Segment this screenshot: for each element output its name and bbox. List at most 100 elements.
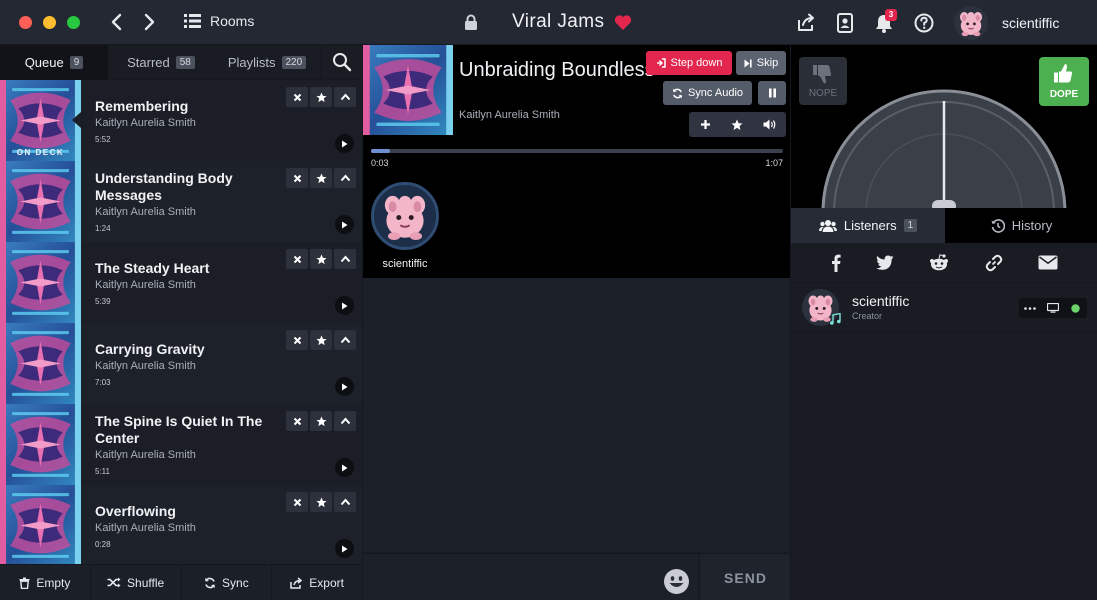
remove-button[interactable] — [286, 330, 308, 350]
queue-list: ON DECK Remembering Kaitlyn Aurelia Smit… — [0, 80, 362, 564]
star-button[interactable] — [310, 411, 332, 431]
queue-item[interactable]: Understanding Body Messages Kaitlyn Aure… — [0, 161, 362, 242]
user-avatar[interactable] — [954, 6, 988, 40]
queue-item[interactable]: The Spine Is Quiet In The Center Kaitlyn… — [0, 404, 362, 485]
export-label: Export — [309, 575, 344, 590]
move-to-top-button[interactable] — [334, 330, 356, 350]
tab-starred[interactable]: Starred 58 — [108, 45, 214, 80]
thumbs-down-icon — [813, 65, 832, 84]
close-icon — [293, 93, 301, 101]
star-track-button[interactable] — [721, 112, 753, 137]
remove-button[interactable] — [286, 168, 308, 188]
move-to-top-button[interactable] — [334, 87, 356, 107]
progress-bar[interactable] — [371, 149, 783, 153]
back-arrow-icon[interactable] — [107, 12, 127, 32]
pause-button[interactable] — [758, 81, 786, 105]
preview-play-button[interactable] — [335, 215, 354, 234]
preview-play-button[interactable] — [335, 539, 354, 558]
queue-item[interactable]: Overflowing Kaitlyn Aurelia Smith 0:28 — [0, 485, 362, 564]
star-button[interactable] — [310, 249, 332, 269]
help-icon[interactable] — [913, 12, 935, 34]
shuffle-button[interactable]: Shuffle — [91, 565, 182, 600]
move-to-top-button[interactable] — [334, 492, 356, 512]
star-button[interactable] — [310, 87, 332, 107]
play-icon — [342, 464, 348, 471]
tab-queue-label: Queue — [24, 55, 64, 70]
remove-button[interactable] — [286, 411, 308, 431]
nope-vote-button[interactable]: NOPE — [799, 57, 847, 105]
favorite-heart-icon[interactable] — [614, 14, 632, 31]
close-window-button[interactable] — [19, 16, 32, 29]
preview-play-button[interactable] — [335, 134, 354, 153]
star-icon — [315, 91, 327, 102]
search-icon — [332, 53, 351, 72]
preview-play-button[interactable] — [335, 296, 354, 315]
listener-role: Creator — [852, 311, 883, 321]
queue-item-duration: 0:28 — [95, 539, 111, 549]
sync-button[interactable]: Sync — [182, 565, 273, 600]
queue-panel: Queue 9 Starred 58 Playlists 220 ON DECK… — [0, 45, 362, 600]
empty-label: Empty — [36, 575, 71, 590]
desktop-icon — [1047, 303, 1059, 313]
forward-arrow-icon[interactable] — [139, 12, 159, 32]
listener-controls — [1019, 298, 1087, 318]
queue-item-title: The Spine Is Quiet In The Center — [95, 413, 263, 446]
star-icon — [315, 172, 327, 183]
twitter-icon[interactable] — [876, 255, 894, 270]
sync-audio-button[interactable]: Sync Audio — [663, 81, 752, 105]
play-icon — [342, 545, 348, 552]
star-button[interactable] — [310, 168, 332, 188]
tab-listeners[interactable]: Listeners 1 — [791, 208, 945, 243]
facebook-icon[interactable] — [831, 254, 841, 272]
volume-button[interactable] — [754, 112, 786, 137]
queue-item-title: Carrying Gravity — [95, 340, 205, 357]
remove-button[interactable] — [286, 492, 308, 512]
remove-button[interactable] — [286, 87, 308, 107]
zoom-window-button[interactable] — [67, 16, 80, 29]
skip-label: Skip — [756, 57, 779, 69]
move-to-top-button[interactable] — [334, 168, 356, 188]
preview-play-button[interactable] — [335, 458, 354, 477]
tab-history[interactable]: History — [945, 208, 1097, 243]
skip-button[interactable]: Skip — [736, 51, 786, 75]
tab-playlists[interactable]: Playlists 220 — [214, 45, 320, 80]
minimize-window-button[interactable] — [43, 16, 56, 29]
move-to-top-button[interactable] — [334, 249, 356, 269]
tab-queue[interactable]: Queue 9 — [0, 45, 108, 80]
play-icon — [342, 140, 348, 147]
album-art-thumbnail — [0, 161, 81, 242]
dope-vote-button[interactable]: DOPE — [1039, 57, 1089, 106]
queue-item[interactable]: The Steady Heart Kaitlyn Aurelia Smith 5… — [0, 242, 362, 323]
listener-more-button[interactable] — [1019, 298, 1042, 318]
listener-device-button[interactable] — [1042, 298, 1065, 318]
now-playing-album-art — [363, 45, 453, 135]
queue-item[interactable]: Carrying Gravity Kaitlyn Aurelia Smith 7… — [0, 323, 362, 404]
room-sidebar: NOPE DOPE Listeners 1 History scientiffi… — [790, 45, 1097, 600]
star-button[interactable] — [310, 492, 332, 512]
chevron-up-icon — [340, 498, 350, 506]
send-button[interactable]: SEND — [699, 554, 791, 600]
preview-play-button[interactable] — [335, 377, 354, 396]
queue-item[interactable]: ON DECK Remembering Kaitlyn Aurelia Smit… — [0, 80, 362, 161]
export-button[interactable]: Export — [272, 565, 362, 600]
share-icon[interactable] — [795, 12, 817, 34]
queue-item-duration: 5:11 — [95, 467, 110, 476]
link-icon[interactable] — [985, 254, 1003, 272]
step-down-button[interactable]: Step down — [646, 51, 732, 75]
rooms-button[interactable]: Rooms — [184, 13, 254, 29]
star-button[interactable] — [310, 330, 332, 350]
listener-row[interactable]: scientiffic Creator — [791, 283, 1097, 333]
vote-meter — [821, 89, 1067, 208]
queue-search-button[interactable] — [320, 45, 362, 79]
remove-button[interactable] — [286, 249, 308, 269]
contacts-icon[interactable] — [834, 12, 856, 34]
reddit-icon[interactable] — [929, 254, 949, 271]
username[interactable]: scientiffic — [1002, 15, 1059, 31]
move-to-top-button[interactable] — [334, 411, 356, 431]
empty-queue-button[interactable]: Empty — [0, 565, 91, 600]
add-to-playlist-button[interactable] — [689, 112, 721, 137]
dj-avatar[interactable] — [371, 182, 439, 250]
email-icon[interactable] — [1038, 255, 1058, 270]
chat-input-bar[interactable]: SEND — [363, 553, 791, 600]
emoji-icon[interactable] — [663, 568, 690, 595]
